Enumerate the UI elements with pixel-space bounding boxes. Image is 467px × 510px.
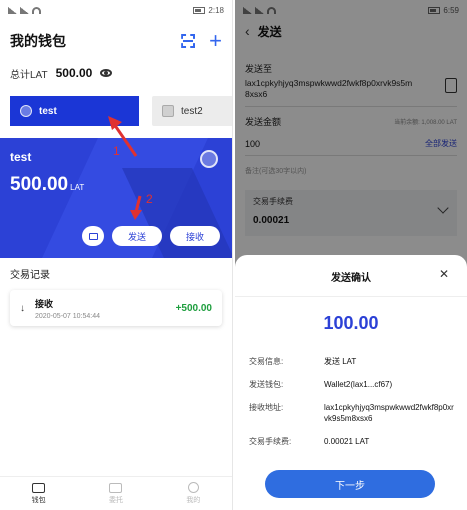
card-actions: 发送 接收 (82, 226, 220, 246)
header: 我的钱包 + (0, 20, 232, 62)
detail-label: 发送钱包: (249, 380, 284, 389)
status-time: 2:18 (208, 5, 224, 15)
wallet-avatar-icon (20, 105, 32, 117)
nav-label: 我的 (186, 497, 201, 504)
annotation-label-2: 2 (146, 192, 153, 206)
annotation-arrow-2 (134, 195, 142, 213)
detail-row: 交易信息: 发送 LAT (235, 356, 467, 367)
profile-nav-icon (187, 482, 199, 493)
wallet-tab-test2[interactable]: test2 (152, 96, 232, 126)
total-label: 总计LAT (10, 69, 48, 81)
transaction-type: 接收 (35, 298, 54, 309)
detail-value: Wallet2(lax1...cf67) (324, 380, 393, 389)
delegate-nav-icon (109, 482, 123, 493)
divider (235, 296, 467, 297)
receive-button[interactable]: 接收 (170, 226, 220, 246)
wallet-home-screen: 2:18 我的钱包 + 总计LAT 500.00 test test2 test… (0, 0, 233, 510)
detail-value: 发送 LAT (324, 357, 357, 366)
signal-icon-2 (20, 6, 29, 14)
wifi-icon (32, 6, 41, 14)
wallet-icon (88, 232, 98, 240)
page-title: 我的钱包 (10, 33, 66, 49)
close-icon[interactable]: ✕ (439, 267, 449, 281)
status-left (8, 6, 41, 14)
wallet-logo-icon (200, 150, 218, 168)
transaction-info: 接收 2020-05-07 10:54:44 (35, 297, 166, 320)
sheet-title: 发送确认 (331, 273, 371, 284)
send-screen: 6:59 ‹ 发送 发送至 lax1cpkyhjyq3mspwkwwd2fwkf… (235, 0, 467, 510)
confirm-sheet: 发送确认 ✕ 100.00 交易信息: 发送 LAT 发送钱包: Wallet2… (235, 255, 467, 510)
header-actions: + (181, 30, 222, 52)
bottom-nav: 钱包 委托 我的 (0, 476, 232, 510)
nav-me[interactable]: 我的 (168, 482, 218, 505)
nav-delegate[interactable]: 委托 (91, 482, 141, 505)
add-wallet-icon[interactable]: + (209, 30, 222, 52)
card-balance-value: 500.00 (10, 174, 69, 195)
transaction-item[interactable]: ↓ 接收 2020-05-07 10:54:44 +500.00 (10, 290, 222, 326)
total-balance-row: 总计LAT 500.00 (0, 62, 232, 84)
nav-wallet[interactable]: 钱包 (14, 482, 64, 505)
wallet-avatar-icon (162, 105, 174, 117)
card-wallet-name: test (10, 150, 32, 164)
wallet-tab-label: test2 (181, 105, 203, 117)
detail-label: 接收地址: (249, 403, 284, 412)
transaction-amount: +500.00 (175, 302, 212, 314)
detail-row: 接收地址: lax1cpkyhjyq3mspwkwwd2fwkf8p0xrvk9… (235, 402, 467, 424)
battery-icon (193, 6, 206, 14)
total-value: 500.00 (55, 66, 93, 80)
wallet-detail-button[interactable] (82, 226, 104, 246)
card-balance-unit: LAT (70, 183, 85, 192)
receive-arrow-icon: ↓ (20, 302, 25, 314)
send-button[interactable]: 发送 (112, 226, 162, 246)
confirm-amount: 100.00 (323, 313, 379, 333)
detail-label: 交易手续费: (249, 437, 292, 446)
status-bar: 2:18 (0, 0, 232, 20)
detail-row: 发送钱包: Wallet2(lax1...cf67) (235, 379, 467, 390)
transaction-time: 2020-05-07 10:54:44 (35, 312, 100, 320)
annotation-label-1: 1 (113, 144, 120, 158)
detail-value: lax1cpkyhjyq3mspwkwwd2fwkf8p0xrvk9s5m8xs… (324, 403, 454, 423)
detail-row: 交易手续费: 0.00021 LAT (235, 436, 467, 447)
eye-icon[interactable] (100, 69, 113, 77)
detail-value: 0.00021 LAT (324, 437, 370, 446)
next-button[interactable]: 下一步 (265, 470, 435, 498)
wallet-nav-icon (32, 482, 46, 493)
annotation-arrows (108, 116, 142, 220)
annotation-arrowhead-2 (130, 210, 142, 220)
signal-icon (8, 6, 17, 14)
scan-icon[interactable] (181, 34, 195, 48)
history-title: 交易记录 (10, 270, 50, 281)
nav-label: 钱包 (31, 496, 46, 504)
wallet-tab-label: test (39, 105, 57, 117)
nav-label: 委托 (108, 496, 123, 504)
card-balance: 500.00 LAT (10, 174, 84, 196)
detail-label: 交易信息: (249, 357, 284, 366)
status-right: 2:18 (193, 6, 224, 15)
